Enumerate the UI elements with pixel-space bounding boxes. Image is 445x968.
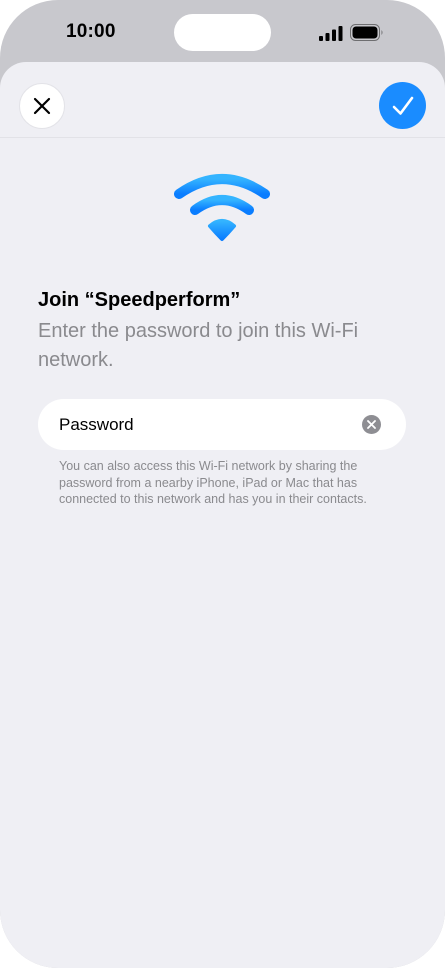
clear-icon	[367, 420, 376, 429]
status-time: 10:00	[66, 21, 116, 42]
close-button[interactable]	[19, 83, 65, 129]
dynamic-island	[174, 14, 271, 51]
wifi-icon	[174, 174, 270, 241]
checkmark-icon	[392, 96, 413, 115]
join-wifi-sheet: Join “Speedperform” Enter the password t…	[0, 62, 445, 968]
close-icon	[33, 97, 51, 115]
battery-icon	[350, 24, 383, 41]
password-field-label: Password	[59, 415, 134, 434]
clear-button[interactable]	[362, 415, 381, 434]
sheet-nav-bar	[0, 62, 445, 138]
password-field[interactable]: Password	[38, 399, 406, 450]
cellular-signal-icon	[319, 26, 343, 41]
status-bar: 10:00	[0, 0, 445, 64]
page-title: Join “Speedperform”	[38, 289, 241, 311]
page-subtitle: Enter the password to join this Wi-Fi ne…	[38, 320, 359, 371]
join-button[interactable]	[379, 82, 426, 129]
phone-screen: 10:00 Join “Speedperform” Enter the pass…	[0, 0, 445, 968]
sharing-footnote: You can also access this Wi-Fi network b…	[59, 459, 367, 506]
